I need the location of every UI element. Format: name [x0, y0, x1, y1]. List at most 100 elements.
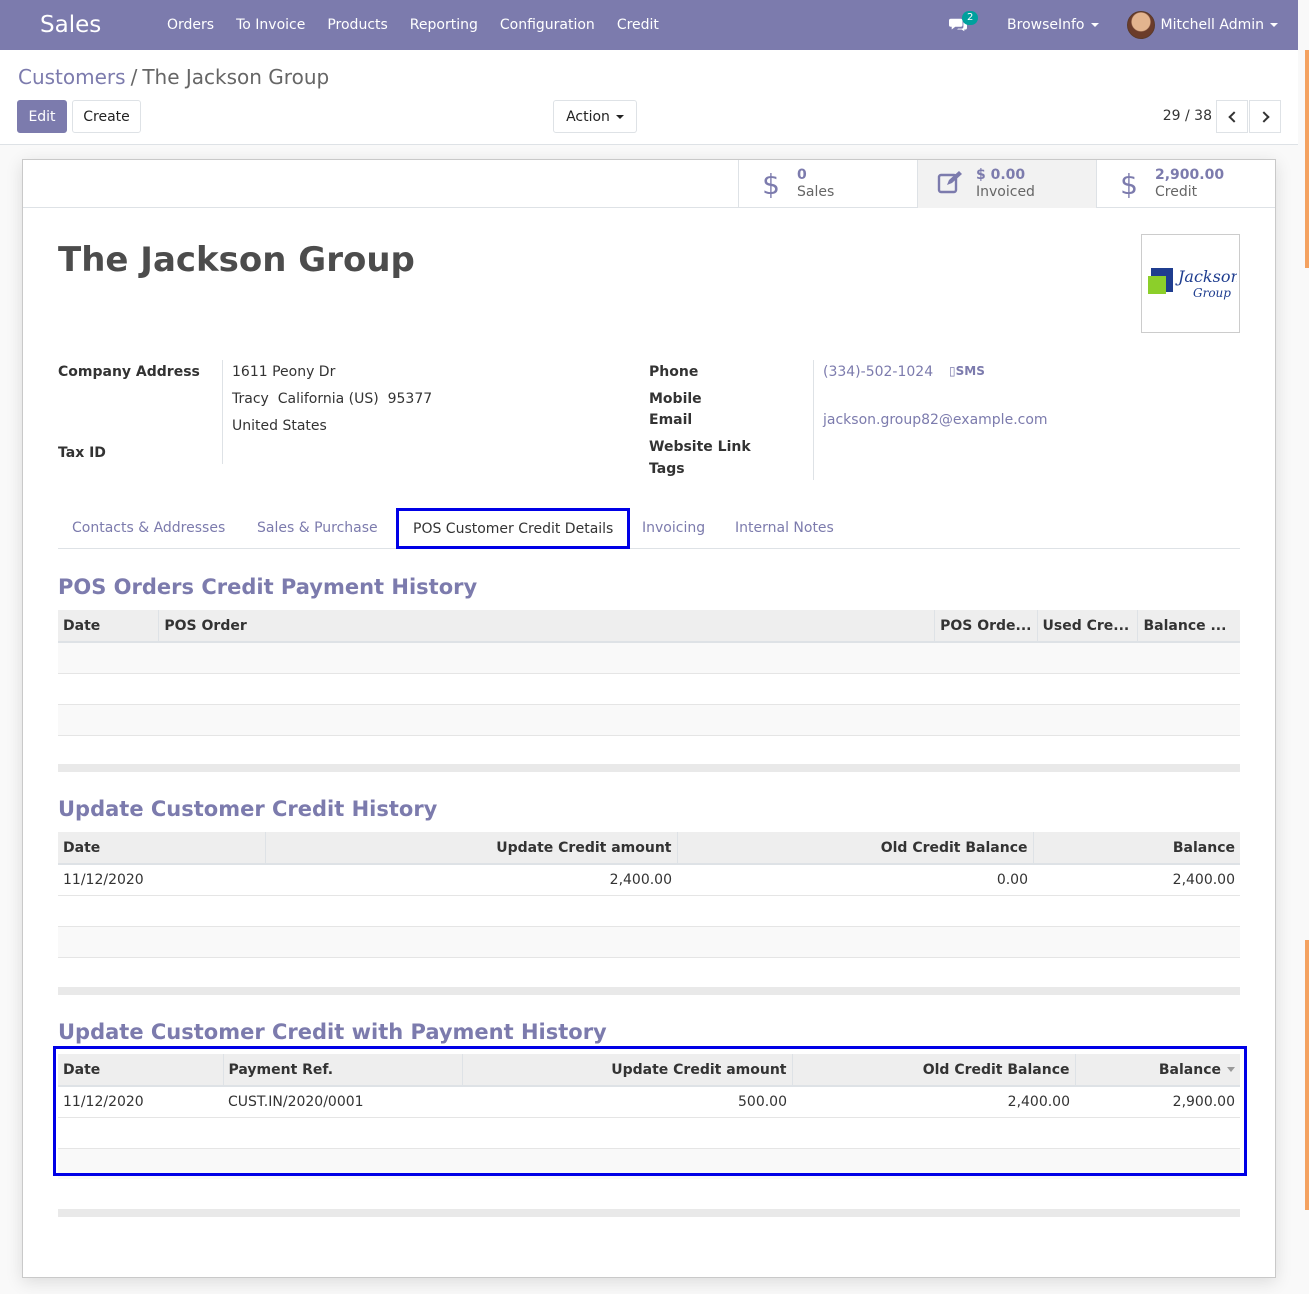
column-header[interactable]: Payment Ref.	[222, 1054, 462, 1087]
cell-payment-ref: CUST.IN/2020/0001	[223, 1085, 462, 1117]
credit-payment-table: Date Payment Ref. Update Credit amount O…	[58, 1054, 1240, 1179]
pager-value[interactable]: 29 / 38	[1163, 108, 1212, 124]
chat-icon[interactable]: 2	[949, 11, 979, 34]
column-header[interactable]: Update Credit amount	[264, 832, 677, 865]
empty-row	[58, 925, 1240, 957]
company-name: BrowseInfo	[1007, 17, 1085, 33]
table-footer	[58, 987, 1240, 995]
pager-next-button[interactable]	[1249, 100, 1281, 133]
column-header[interactable]: Update Credit amount	[461, 1054, 792, 1087]
column-header[interactable]: Old Credit Balance	[791, 1054, 1075, 1087]
balance-column-header[interactable]: Balance	[1074, 1054, 1240, 1087]
menu-configuration[interactable]: Configuration	[500, 17, 595, 33]
cell-balance: 2,900.00	[1075, 1085, 1240, 1117]
mobile-label: Mobile	[649, 391, 702, 407]
user-menu[interactable]: Mitchell Admin	[1160, 17, 1278, 33]
company-logo[interactable]: Jackson Group	[1141, 234, 1240, 333]
menu-products[interactable]: Products	[327, 17, 387, 33]
company-switcher[interactable]: BrowseInfo	[1007, 17, 1099, 33]
cell-date: 11/12/2020	[58, 1085, 223, 1117]
scrollbar-thumb[interactable]	[1305, 940, 1309, 1210]
create-button[interactable]: Create	[72, 100, 141, 133]
cell-old-credit-balance: 0.00	[677, 863, 1033, 895]
update-credit-table: Date Update Credit amount Old Credit Bal…	[58, 832, 1240, 988]
column-header[interactable]: POS Order	[158, 610, 935, 643]
menu-credit[interactable]: Credit	[617, 17, 659, 33]
column-header[interactable]: POS Orde...	[934, 610, 1037, 643]
cell-update-credit-amount: 500.00	[462, 1085, 792, 1117]
tags-label: Tags	[649, 461, 685, 477]
email-label: Email	[649, 412, 693, 428]
logo-text-1: Jackson	[1175, 267, 1237, 286]
column-header[interactable]: Date	[58, 1054, 223, 1087]
street-field[interactable]: 1611 Peony Dr	[232, 364, 335, 380]
action-dropdown[interactable]: Action	[553, 100, 637, 133]
credit-payment-history-title: Update Customer Credit with Payment Hist…	[58, 1020, 607, 1044]
empty-row	[58, 734, 1240, 766]
table-footer	[58, 764, 1240, 772]
top-navbar: Sales Orders To Invoice Products Reporti…	[0, 0, 1298, 50]
email-field[interactable]: jackson.group82@example.com	[823, 412, 1048, 428]
menu-orders[interactable]: Orders	[167, 17, 214, 33]
partner-name: The Jackson Group	[58, 240, 415, 280]
main-menu: Orders To Invoice Products Reporting Con…	[167, 17, 681, 33]
chevron-right-icon	[1257, 110, 1270, 123]
column-header[interactable]: Date	[58, 610, 159, 643]
action-label: Action	[566, 108, 610, 125]
tab-pos-customer-credit-details[interactable]: POS Customer Credit Details	[396, 508, 631, 549]
menu-reporting[interactable]: Reporting	[410, 17, 478, 33]
breadcrumb-separator: /	[130, 65, 138, 89]
sms-label: SMS	[955, 364, 985, 378]
pos-orders-history-title: POS Orders Credit Payment History	[58, 575, 478, 599]
stat-label: Credit	[1155, 184, 1198, 200]
column-header[interactable]: Balance ...	[1137, 610, 1240, 643]
empty-row	[58, 1147, 1240, 1179]
phone-field[interactable]: (334)-502-1024	[823, 364, 933, 380]
credit-smart-button[interactable]: $ 2,900.00 Credit	[1096, 160, 1275, 208]
tab-contacts-addresses[interactable]: Contacts & Addresses	[58, 508, 239, 548]
dollar-icon: $	[1120, 167, 1138, 201]
navbar-systray: 2 BrowseInfo Mitchell Admin	[949, 0, 1278, 50]
table-row[interactable]: 11/12/2020 2,400.00 0.00 2,400.00	[58, 863, 1240, 895]
stat-value: 2,900.00	[1155, 167, 1225, 183]
tab-sales-purchase[interactable]: Sales & Purchase	[243, 508, 392, 548]
stat-value: 0	[797, 167, 807, 183]
column-header[interactable]: Used Cre...	[1036, 610, 1138, 643]
invoiced-smart-button[interactable]: $ 0.00 Invoiced	[917, 160, 1096, 208]
edit-icon	[930, 168, 970, 201]
column-label: Balance	[1158, 1061, 1221, 1078]
city-field[interactable]: Tracy California (US) 95377	[232, 391, 432, 407]
phone-label: Phone	[649, 364, 699, 380]
avatar[interactable]	[1126, 11, 1155, 39]
tab-invoicing[interactable]: Invoicing	[628, 508, 719, 548]
empty-row	[58, 956, 1240, 988]
form-sheet: $ 0 Sales $ 0.00 Invoiced $ 2,900.00 Credit…	[22, 159, 1276, 1278]
breadcrumb-customers[interactable]: Customers	[18, 65, 126, 89]
scrollbar-thumb[interactable]	[1305, 50, 1309, 268]
sales-smart-button[interactable]: $ 0 Sales	[738, 160, 917, 208]
smart-button-box: $ 0 Sales $ 0.00 Invoiced $ 2,900.00 Credit	[23, 160, 1275, 208]
menu-to-invoice[interactable]: To Invoice	[236, 17, 305, 33]
stat-label: Invoiced	[976, 184, 1035, 200]
divider	[813, 360, 814, 480]
column-header[interactable]: Date	[58, 832, 265, 865]
column-header[interactable]: Balance	[1032, 832, 1240, 865]
update-credit-history-title: Update Customer Credit History	[58, 797, 438, 821]
breadcrumb-current: The Jackson Group	[142, 65, 330, 89]
company-address-label: Company Address	[58, 364, 200, 380]
sms-button[interactable]: ▯SMS	[949, 364, 985, 378]
table-row[interactable]: 11/12/2020 CUST.IN/2020/0001 500.00 2,40…	[58, 1085, 1240, 1117]
pager-previous-button[interactable]	[1216, 100, 1248, 133]
column-header[interactable]: Old Credit Balance	[676, 832, 1033, 865]
country-field[interactable]: United States	[232, 418, 327, 434]
app-name[interactable]: Sales	[40, 12, 167, 38]
cell-balance: 2,400.00	[1033, 863, 1240, 895]
pos-orders-table: Date POS Order POS Orde... Used Cre... B…	[58, 610, 1240, 766]
dollar-icon: $	[762, 167, 780, 201]
tab-internal-notes[interactable]: Internal Notes	[721, 508, 848, 548]
caret-down-icon	[1090, 23, 1099, 27]
empty-row	[58, 894, 1240, 926]
edit-button[interactable]: Edit	[17, 100, 67, 133]
user-name: Mitchell Admin	[1160, 17, 1265, 33]
logo-text-2: Group	[1193, 286, 1231, 300]
